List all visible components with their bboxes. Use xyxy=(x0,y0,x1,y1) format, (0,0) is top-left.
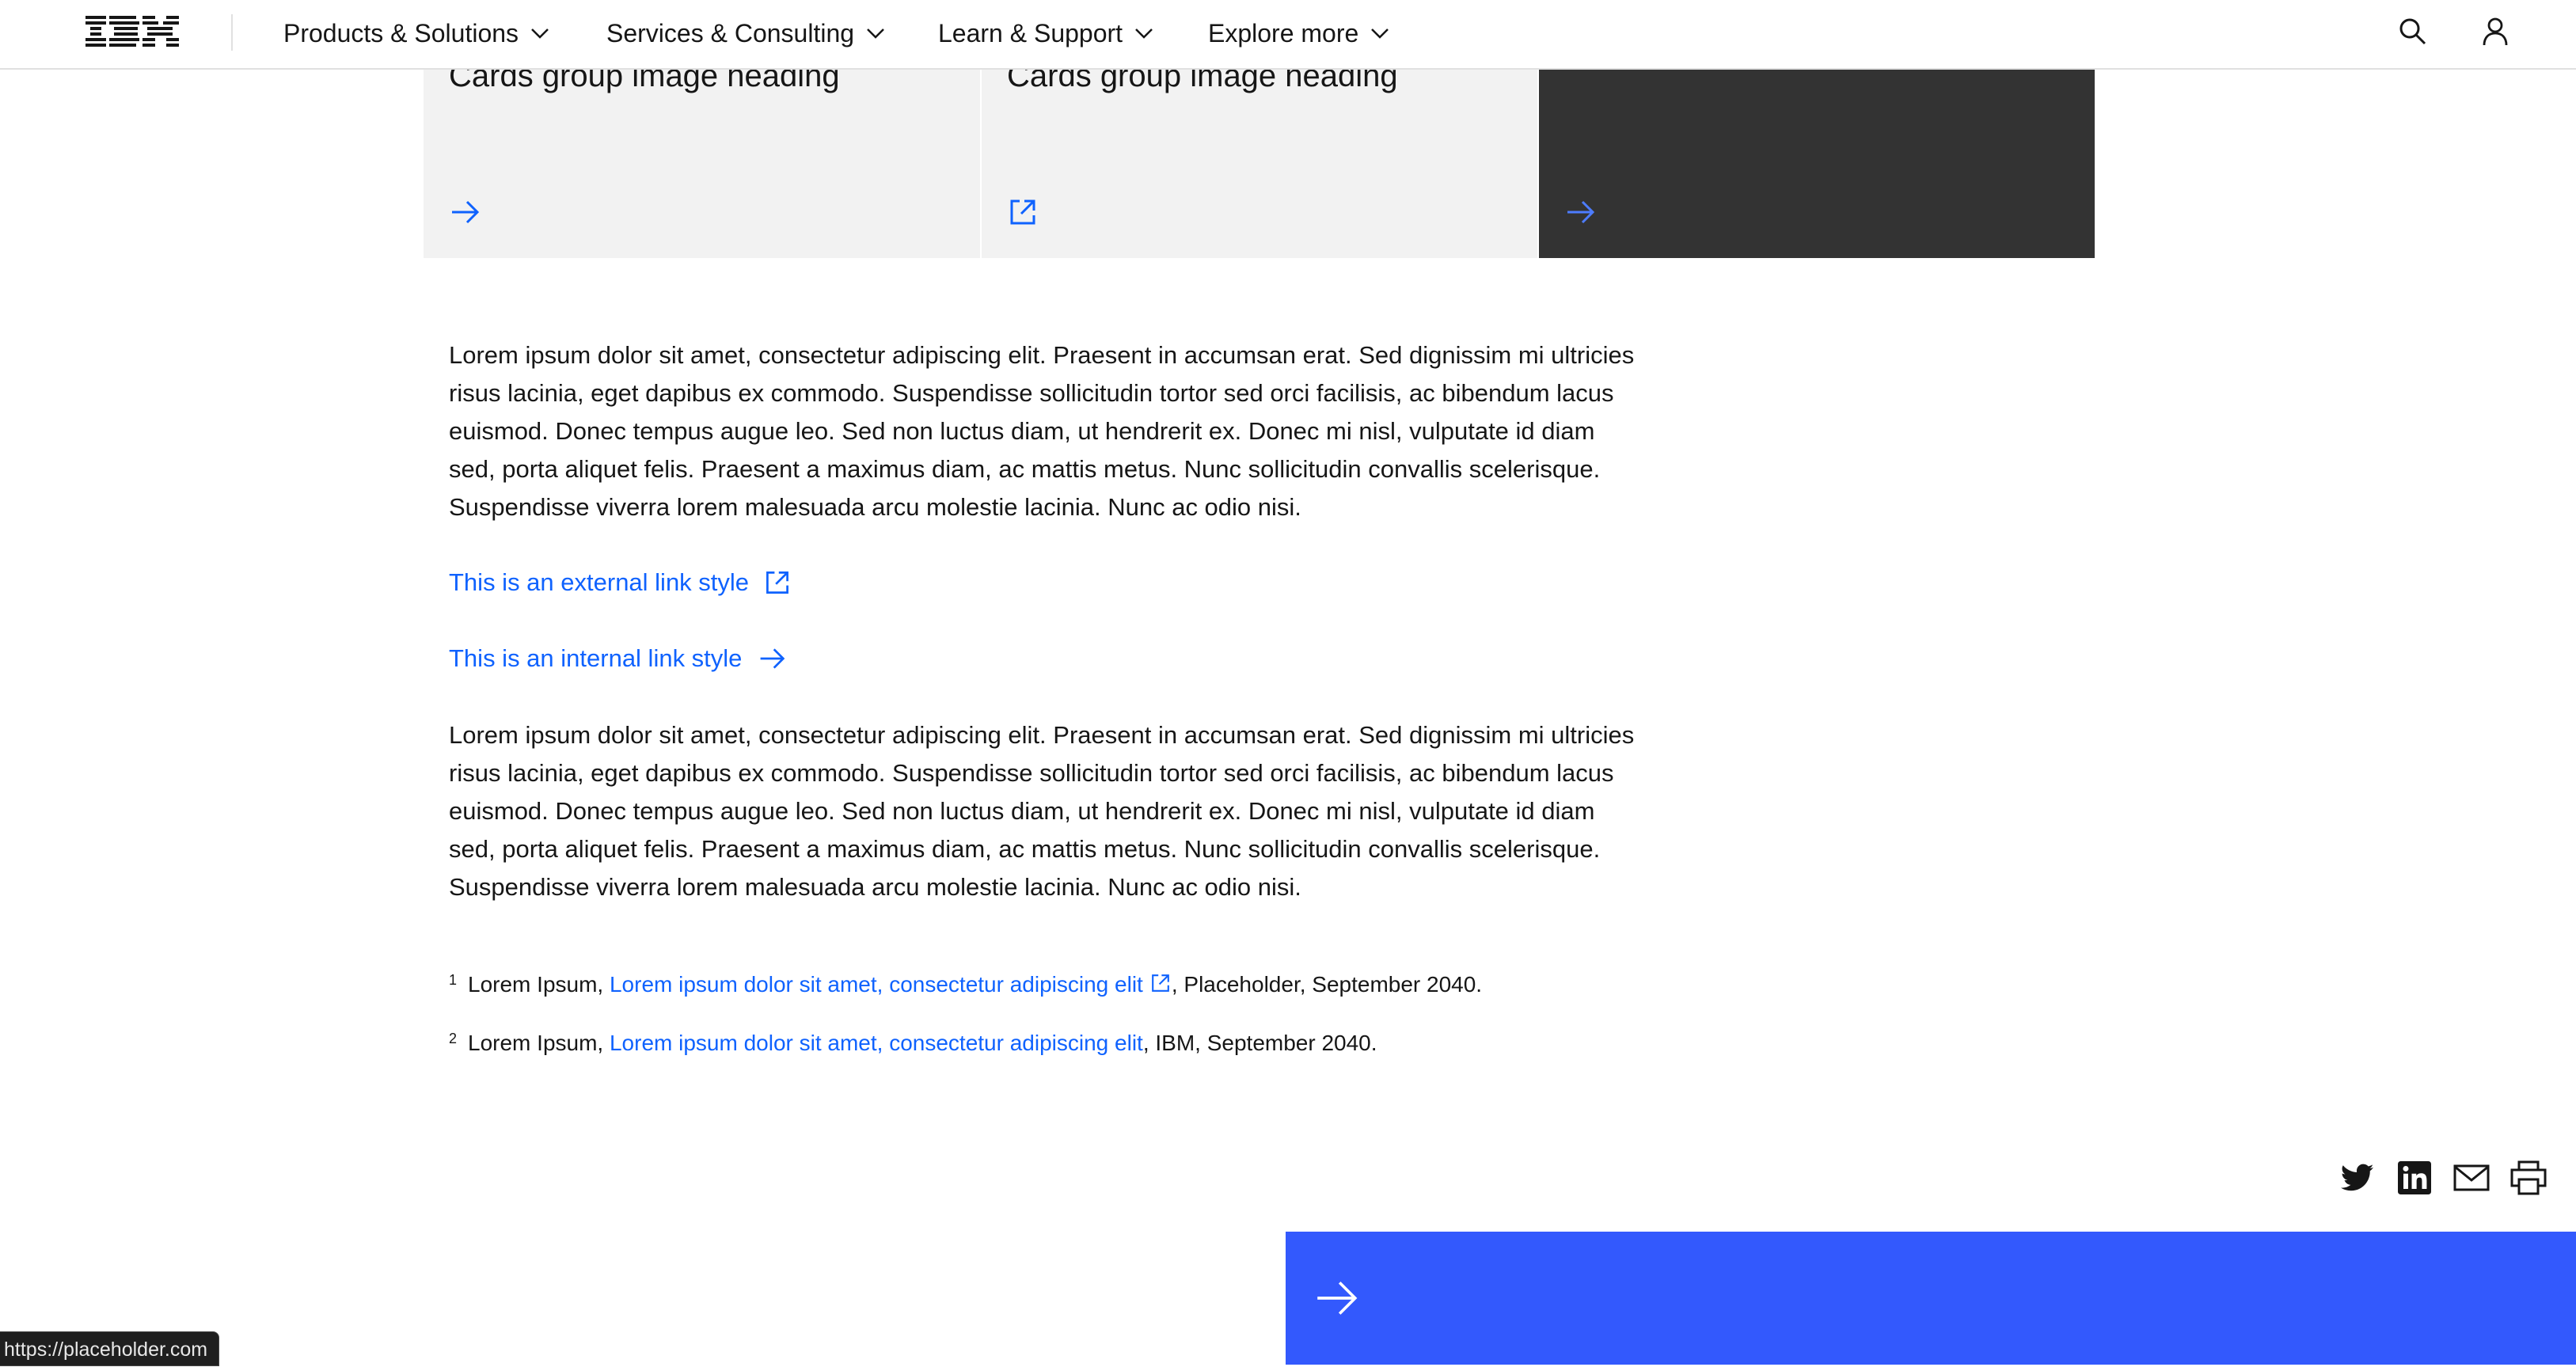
chevron-down-icon xyxy=(1135,28,1153,39)
internal-link-label: This is an internal link style xyxy=(449,644,743,672)
nav-label: Services & Consulting xyxy=(606,18,855,47)
search-icon xyxy=(2399,18,2426,45)
launch-icon xyxy=(1151,974,1169,992)
nav-learn-support[interactable]: Learn & Support xyxy=(938,0,1154,66)
arrow-right-icon xyxy=(1317,1282,1358,1315)
footnote-2: 2 Lorem Ipsum, Lorem ipsum dolor sit amet… xyxy=(449,1027,1377,1059)
ibm-logo[interactable] xyxy=(85,13,179,51)
masthead: Products & Solutions Services & Consulti… xyxy=(0,0,2576,70)
launch-icon xyxy=(1010,199,1035,225)
footnote-link-label: Lorem ipsum dolor sit amet, consectetur … xyxy=(609,972,1143,997)
internal-link[interactable]: This is an internal link style xyxy=(449,640,788,678)
card-3[interactable] xyxy=(1539,70,2095,258)
arrow-right-icon xyxy=(1567,200,1595,224)
search-button[interactable] xyxy=(2396,14,2430,49)
nav-label: Products & Solutions xyxy=(283,18,519,47)
nav-label: Learn & Support xyxy=(938,18,1123,47)
arrow-right-icon xyxy=(761,648,785,669)
footnote-suffix: , IBM, September 2040. xyxy=(1142,1031,1377,1055)
footnote-number: 1 xyxy=(449,972,458,988)
launch-icon xyxy=(766,571,788,594)
chevron-down-icon xyxy=(531,28,549,39)
external-link-label: This is an external link style xyxy=(449,568,750,596)
nav-products-solutions[interactable]: Products & Solutions xyxy=(283,0,550,66)
card-2[interactable]: Cards group image heading xyxy=(982,59,1537,258)
share-twitter-button[interactable] xyxy=(2339,1159,2377,1197)
print-button[interactable] xyxy=(2510,1159,2548,1197)
footnote-link[interactable]: Lorem ipsum dolor sit amet, consectetur … xyxy=(610,1031,1143,1055)
nav-services-consulting[interactable]: Services & Consulting xyxy=(606,0,886,66)
footnote-suffix: , Placeholder, September 2040. xyxy=(1171,972,1483,997)
card-1[interactable]: Cards group image heading xyxy=(424,59,980,258)
user-icon xyxy=(2483,17,2508,46)
nav-label: Explore more xyxy=(1208,18,1359,47)
status-url-tooltip: https://placeholder.com xyxy=(0,1331,220,1366)
email-icon xyxy=(2453,1164,2490,1191)
footnote-1: 1 Lorem Ipsum, Lorem ipsum dolor sit amet… xyxy=(449,969,1482,1001)
logo-divider xyxy=(231,14,233,51)
footnote-prefix: Lorem Ipsum, xyxy=(468,1031,610,1055)
linkedin-icon xyxy=(2398,1161,2431,1194)
share-email-button[interactable] xyxy=(2453,1159,2491,1197)
chevron-down-icon xyxy=(1371,28,1389,39)
twitter-icon xyxy=(2341,1164,2374,1191)
footnote-link[interactable]: Lorem ipsum dolor sit amet, consectetur … xyxy=(610,972,1172,997)
cta-banner[interactable] xyxy=(1286,1232,2576,1365)
share-linkedin-button[interactable] xyxy=(2396,1159,2434,1197)
print-icon xyxy=(2510,1160,2547,1195)
footnote-prefix: Lorem Ipsum, xyxy=(468,972,610,997)
external-link[interactable]: This is an external link style xyxy=(449,564,792,602)
footnote-number: 2 xyxy=(449,1031,458,1046)
body-paragraph-2: Lorem ipsum dolor sit amet, consectetur … xyxy=(449,721,1635,901)
user-profile-button[interactable] xyxy=(2478,14,2513,49)
nav-explore-more[interactable]: Explore more xyxy=(1208,0,1390,66)
ibm-logo-icon xyxy=(85,16,179,47)
chevron-down-icon xyxy=(867,28,884,39)
body-paragraph-1: Lorem ipsum dolor sit amet, consectetur … xyxy=(449,341,1635,521)
arrow-right-icon xyxy=(452,200,480,224)
